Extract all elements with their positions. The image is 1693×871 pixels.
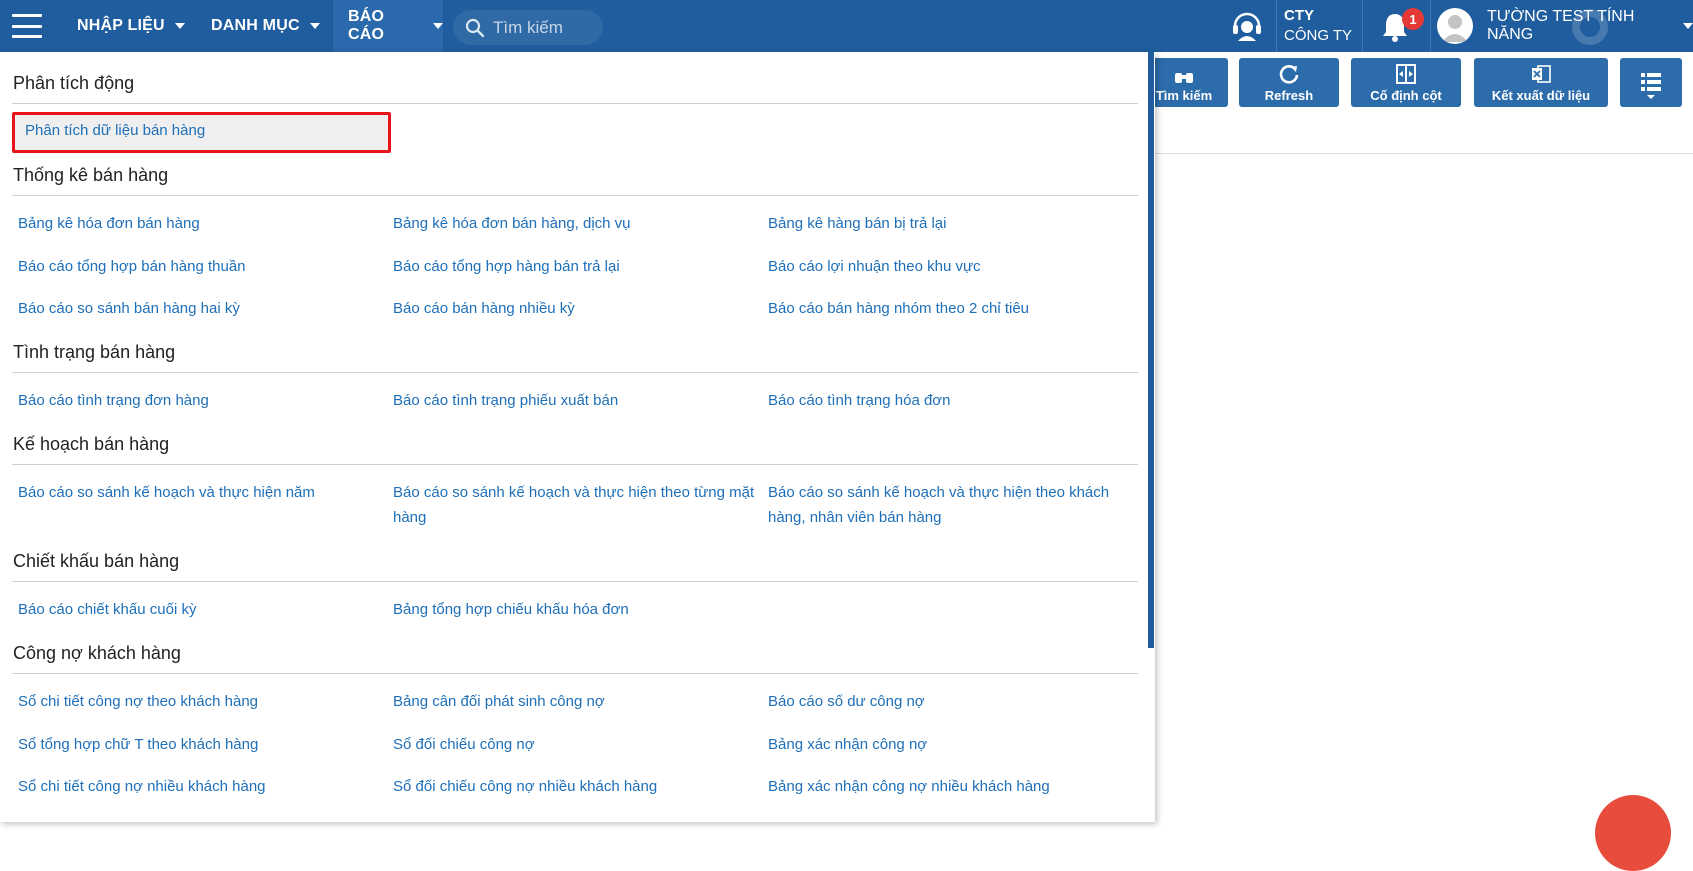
menu-item[interactable]: Bảng xác nhận công nợ	[768, 732, 927, 757]
menu-item[interactable]: Bảng tổng hợp chiếu khấu hóa đơn	[393, 597, 629, 622]
freeze-column-icon	[1396, 64, 1416, 84]
divider	[1155, 153, 1693, 154]
menu-item[interactable]: Báo cáo số dư công nợ	[768, 689, 925, 714]
menu-item[interactable]: Bảng cân đối phát sinh công nợ	[393, 689, 605, 714]
menu-item[interactable]: Sổ đối chiếu công nợ nhiều khách hàng	[393, 774, 657, 799]
menu-item[interactable]: Sổ chi tiết công nợ nhiều khách hàng	[18, 774, 266, 799]
binoculars-icon	[1175, 73, 1193, 83]
menu-item[interactable]: Báo cáo tình trạng phiếu xuất bán	[393, 388, 618, 413]
divider	[12, 464, 1138, 465]
menu-item-label: Phân tích dữ liệu bán hàng	[25, 122, 206, 139]
gear-icon	[1572, 9, 1608, 45]
nav-danh-muc[interactable]: DANH MỤC	[211, 0, 320, 52]
nav-bao-cao[interactable]: BÁO CÁO	[333, 0, 443, 52]
menu-item[interactable]: Bảng kê hóa đơn bán hàng	[18, 211, 200, 236]
nav-danh-muc-label: DANH MỤC	[211, 17, 300, 34]
company-info[interactable]: CTY CÔNG TY	[1284, 6, 1352, 46]
search-toolbar-label: Tìm kiếm	[1155, 88, 1213, 103]
menu-item[interactable]: Báo cáo lợi nhuận theo khu vực	[768, 254, 981, 279]
menu-item[interactable]: Bảng kê hóa đơn bán hàng, dịch vụ	[393, 211, 631, 236]
nav-nhap-lieu-label: NHẬP LIỆU	[77, 17, 165, 34]
menu-item[interactable]: Báo cáo bán hàng nhóm theo 2 chỉ tiêu	[768, 296, 1029, 321]
freeze-column-label: Cố định cột	[1370, 88, 1442, 103]
divider	[12, 372, 1138, 373]
menu-item[interactable]: Bảng kê hàng bán bị trả lại	[768, 211, 946, 236]
section-title: Tình trạng bán hàng	[13, 342, 176, 362]
divider	[12, 581, 1138, 582]
menu-item[interactable]: Báo cáo tổng hợp hàng bán trả lại	[393, 254, 620, 279]
chevron-down-icon	[1683, 23, 1693, 29]
add-fab-button[interactable]	[1595, 795, 1671, 871]
avatar[interactable]	[1437, 8, 1473, 44]
menu-item[interactable]: Báo cáo so sánh kế hoạch và thực hiện nă…	[18, 480, 378, 505]
divider	[1276, 0, 1277, 52]
refresh-label: Refresh	[1264, 88, 1314, 103]
nav-nhap-lieu[interactable]: NHẬP LIỆU	[77, 0, 185, 52]
search-input[interactable]	[493, 17, 593, 38]
section-title: Phân tích động	[13, 73, 135, 93]
top-navbar: NHẬP LIỆU DANH MỤC BÁO CÁO CTY CÔNG TY 1	[0, 0, 1693, 52]
notification-badge: 1	[1402, 8, 1424, 30]
menu-item[interactable]: Báo cáo tổng hợp bán hàng thuần	[18, 254, 246, 279]
chevron-down-icon	[174, 23, 185, 29]
menu-item[interactable]: Báo cáo tình trạng hóa đơn	[768, 388, 950, 413]
company-name: CÔNG TY	[1284, 27, 1353, 44]
refresh-button[interactable]: Refresh	[1239, 58, 1339, 107]
list-icon	[1641, 73, 1661, 99]
scrollbar[interactable]	[1148, 52, 1154, 648]
user-avatar-icon	[1442, 15, 1468, 42]
section-title: Thống kê bán hàng	[13, 165, 169, 185]
report-dropdown-menu: Phân tích động Phân tích dữ liệu bán hàn…	[0, 52, 1155, 822]
menu-item[interactable]: Sổ tổng hợp chữ T theo khách hàng	[18, 732, 258, 757]
search-icon	[465, 18, 485, 37]
menu-item[interactable]: Báo cáo so sánh kế hoạch và thực hiện th…	[393, 480, 763, 530]
menu-item[interactable]: Báo cáo tình trạng đơn hàng	[18, 388, 209, 413]
menu-item[interactable]: Sổ chi tiết công nợ theo khách hàng	[18, 689, 258, 714]
notification-button[interactable]: 1	[1378, 8, 1424, 44]
company-code: CTY	[1284, 7, 1314, 24]
support-headset-icon[interactable]	[1230, 10, 1264, 42]
section-title: Công nợ khách hàng	[13, 643, 181, 663]
divider	[12, 195, 1138, 196]
section-title: Chiết khấu bán hàng	[13, 551, 180, 571]
more-options-button[interactable]	[1620, 58, 1682, 107]
divider	[12, 103, 1138, 104]
chevron-down-icon	[309, 23, 320, 29]
menu-item[interactable]: Báo cáo chiết khấu cuối kỳ	[18, 597, 196, 622]
export-data-button[interactable]: Kết xuất dữ liệu	[1474, 58, 1608, 107]
divider	[1430, 0, 1431, 52]
menu-item[interactable]: Sổ đối chiếu công nợ	[393, 732, 535, 757]
nav-bao-cao-label: BÁO CÁO	[348, 8, 385, 43]
excel-icon	[1532, 65, 1551, 83]
section-title: Kế hoạch bán hàng	[13, 434, 170, 454]
menu-item[interactable]: Bảng xác nhận công nợ nhiều khách hàng	[768, 774, 1050, 799]
menu-item[interactable]: Báo cáo so sánh bán hàng hai kỳ	[18, 296, 240, 321]
hamburger-menu-icon[interactable]	[12, 14, 42, 38]
menu-item-highlighted[interactable]: Phân tích dữ liệu bán hàng	[12, 112, 391, 153]
menu-item[interactable]: Báo cáo bán hàng nhiều kỳ	[393, 296, 575, 321]
chevron-down-icon	[433, 23, 443, 29]
search-box[interactable]	[453, 10, 603, 45]
refresh-icon	[1279, 65, 1299, 84]
menu-item[interactable]: Báo cáo so sánh kế hoạch và thực hiện th…	[768, 480, 1128, 530]
freeze-column-button[interactable]: Cố định cột	[1351, 58, 1461, 107]
divider	[12, 673, 1138, 674]
divider	[1362, 0, 1363, 52]
export-data-label: Kết xuất dữ liệu	[1491, 88, 1591, 103]
